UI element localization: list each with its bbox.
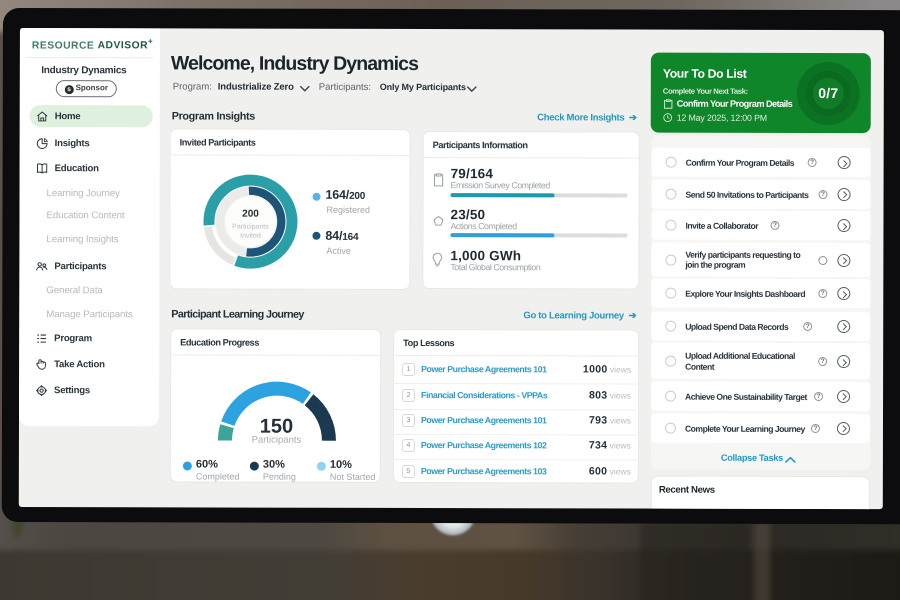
svg-text:Participants: Participants [232, 224, 269, 231]
svg-text:Invited: Invited [240, 233, 261, 240]
svg-text:200: 200 [242, 209, 259, 220]
